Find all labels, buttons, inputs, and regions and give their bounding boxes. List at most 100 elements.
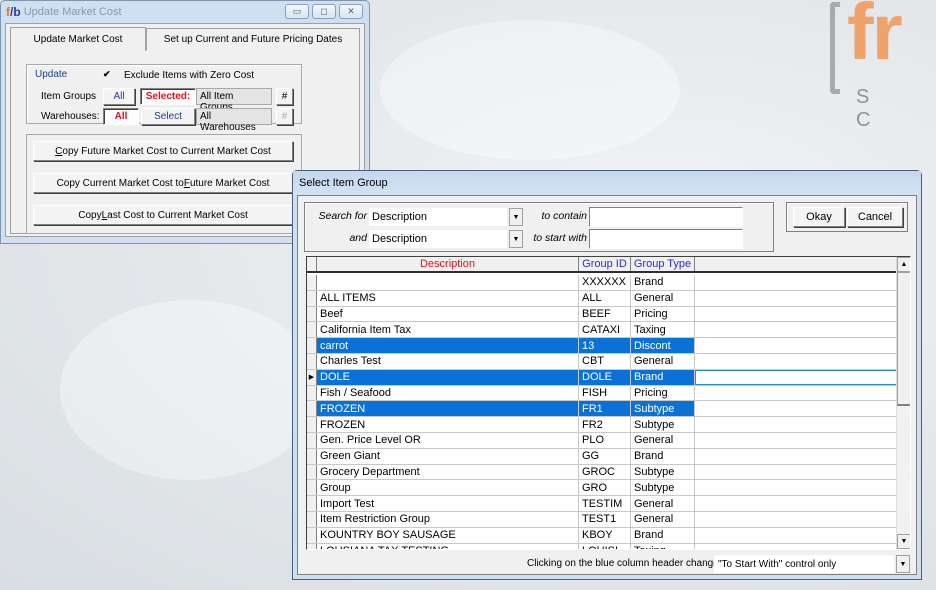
cell-blank — [695, 275, 897, 290]
scroll-down-button[interactable]: ▼ — [897, 534, 910, 549]
cell-group-id: FR2 — [579, 417, 631, 432]
and-label: and — [349, 232, 367, 244]
dialog-title: Select Item Group — [299, 177, 388, 189]
scroll-thumb[interactable] — [897, 272, 910, 406]
row-selector[interactable] — [307, 480, 317, 496]
table-row[interactable]: ALL ITEMS ALL General — [307, 290, 897, 307]
row-selector[interactable] — [307, 448, 317, 464]
scroll-up-button[interactable]: ▲ — [897, 257, 910, 272]
table-row[interactable]: ▶ DOLE DOLE Brand — [307, 369, 897, 386]
close-button[interactable]: ✕ — [339, 4, 363, 19]
row-selector[interactable] — [307, 290, 317, 306]
cell-description: ALL ITEMS — [317, 290, 579, 306]
column-header-blank — [695, 257, 897, 271]
cell-group-id: FISH — [579, 385, 631, 401]
item-groups-hash-button[interactable]: # — [276, 88, 293, 105]
table-row[interactable]: LOUSIANA TAX TESTINGLOUISITaxing — [307, 543, 897, 549]
item-groups-all-button[interactable]: All — [103, 88, 135, 105]
warehouses-select-button[interactable]: Select — [141, 108, 195, 125]
table-row[interactable]: Beef BEEF Pricing — [307, 306, 897, 323]
table-row[interactable]: carrot 13 Discont — [307, 338, 897, 354]
cell-group-id: GG — [579, 448, 631, 464]
chevron-down-icon: ▼ — [512, 235, 520, 243]
column-header-group-id[interactable]: Group ID — [579, 257, 631, 271]
cell-group-type: Subtype — [631, 401, 695, 417]
okay-cancel-group: Okay Cancel — [786, 202, 908, 232]
row-selector[interactable] — [307, 496, 317, 511]
update-label: Update — [35, 69, 68, 80]
search-criteria-group: Search for Description ▼ to contain and … — [304, 202, 774, 252]
item-groups-selected-button[interactable]: Selected: — [140, 88, 196, 105]
warehouses-all-button[interactable]: All — [103, 108, 139, 125]
cell-group-id: GRO — [579, 480, 631, 496]
table-row[interactable]: Green Giant GG Brand — [307, 448, 897, 465]
row-selector[interactable] — [307, 306, 317, 322]
header-click-mode-dropdown[interactable]: ▼ — [896, 555, 910, 573]
row-selector[interactable] — [307, 322, 317, 338]
minimize-icon: ▭ — [292, 6, 302, 16]
copy-last-to-current-button[interactable]: Copy Last Cost to Current Market Cost — [33, 205, 293, 225]
table-row[interactable]: Group GRO Subtype — [307, 480, 897, 497]
table-row[interactable]: Grocery Department GROC Subtype — [307, 464, 897, 481]
column-header-group-type[interactable]: Group Type — [631, 257, 695, 271]
table-row[interactable]: FROZEN FR1 Subtype — [307, 401, 897, 418]
search-field-1-select[interactable]: Description — [369, 208, 507, 226]
row-selector[interactable] — [307, 275, 317, 290]
maximize-button[interactable]: ◻ — [312, 4, 336, 19]
cell-group-type: Brand — [631, 275, 695, 290]
table-row[interactable]: XXXXXX Brand — [307, 275, 897, 291]
cell-group-id: DOLE — [579, 369, 631, 385]
table-row[interactable]: Import Test TESTIM General — [307, 496, 897, 512]
row-selector[interactable] — [307, 385, 317, 401]
table-row[interactable]: FROZEN FR2 Subtype — [307, 417, 897, 433]
tab-update-market-cost[interactable]: Update Market Cost — [10, 27, 146, 51]
copy-future-to-current-button[interactable]: Copy Future Market Cost to Current Marke… — [33, 141, 293, 161]
row-selector[interactable] — [307, 401, 317, 417]
cell-blank — [695, 369, 897, 385]
search-field-2-select[interactable]: Description — [369, 230, 507, 248]
cell-blank — [695, 401, 897, 417]
dialog-title-bar[interactable]: Select Item Group — [293, 171, 921, 195]
table-row[interactable]: Gen. Price Level OR PLO General — [307, 432, 897, 449]
vertical-scrollbar[interactable]: ▲ ▼ — [896, 257, 910, 549]
app-logo-icon: f/b — [6, 5, 21, 19]
tab-pricing-dates[interactable]: Set up Current and Future Pricing Dates — [146, 28, 360, 50]
to-contain-input[interactable] — [589, 207, 743, 227]
cell-blank — [695, 385, 897, 401]
warehouses-hash-button[interactable]: # — [276, 108, 293, 125]
row-selector[interactable]: ▶ — [307, 369, 317, 385]
row-selector[interactable] — [307, 432, 317, 448]
table-row[interactable]: California Item Tax CATAXI Taxing — [307, 322, 897, 339]
table-row[interactable]: Item Restriction Group TEST1 General — [307, 511, 897, 528]
row-selector[interactable] — [307, 464, 317, 480]
cell-description: Charles Test — [317, 353, 579, 369]
minimize-button[interactable]: ▭ — [285, 4, 309, 19]
table-row[interactable]: Fish / Seafood FISH Pricing — [307, 385, 897, 402]
row-selector[interactable] — [307, 511, 317, 527]
table-row[interactable]: KOUNTRY BOY SAUSAGE KBOY Brand — [307, 527, 897, 544]
search-field-2-dropdown[interactable]: ▼ — [509, 230, 523, 248]
okay-button[interactable]: Okay — [793, 207, 845, 227]
row-selector[interactable] — [307, 527, 317, 543]
row-selector[interactable] — [307, 417, 317, 432]
exclude-zero-cost-checkbox[interactable]: ✔ — [103, 70, 113, 80]
dialog-body: Search for Description ▼ to contain and … — [297, 195, 917, 575]
search-field-1-dropdown[interactable]: ▼ — [509, 208, 523, 226]
table-row[interactable]: Charles Test CBT General — [307, 353, 897, 370]
row-selector[interactable] — [307, 338, 317, 353]
header-click-mode-select[interactable]: "To Start With" control only — [714, 555, 894, 573]
cell-group-type: Discont — [631, 338, 695, 353]
cancel-button[interactable]: Cancel — [847, 207, 903, 227]
cell-blank — [695, 464, 897, 480]
row-selector[interactable] — [307, 353, 317, 369]
row-selector-header — [307, 257, 317, 271]
warehouses-label: Warehouses: — [41, 111, 100, 122]
select-item-group-dialog: Select Item Group Search for Description… — [292, 170, 922, 580]
row-selector[interactable] — [307, 543, 317, 549]
cell-blank — [695, 480, 897, 496]
to-start-with-input[interactable] — [589, 229, 743, 249]
tab-strip: Update Market Cost Set up Current and Fu… — [10, 27, 360, 51]
cell-description: Import Test — [317, 496, 579, 511]
copy-current-to-future-button[interactable]: Copy Current Market Cost to Future Marke… — [33, 173, 293, 193]
column-header-description[interactable]: Description — [317, 257, 579, 271]
